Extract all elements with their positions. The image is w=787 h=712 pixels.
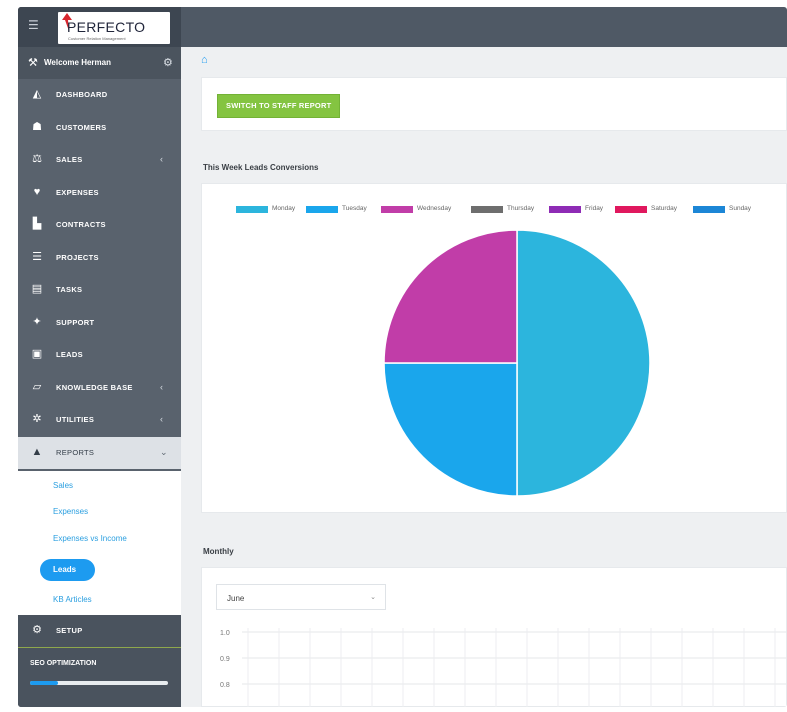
sidebar-item-label: SALES (56, 155, 83, 164)
sidebar-item-projects[interactable]: ☰ PROJECTS (18, 242, 181, 274)
sidebar-item-label: TASKS (56, 285, 83, 294)
sidebar-item-tasks[interactable]: ▤ TASKS (18, 274, 181, 306)
sidebar-item-sales[interactable]: ⚖ SALES ‹ (18, 144, 181, 176)
logo-text: PERFECTO (67, 19, 146, 35)
legend-swatch (471, 206, 503, 213)
leads-conversion-pie-chart (383, 229, 651, 497)
sidebar-item-label: DASHBOARD (56, 90, 108, 99)
legend-label: Sunday (729, 205, 752, 212)
y-tick-label: 1.0 (220, 630, 230, 637)
tty-icon: ▣ (31, 348, 43, 360)
heart-icon: ♥ (33, 185, 41, 198)
submenu-item-sales[interactable]: Sales (53, 481, 73, 490)
sidebar-item-expenses[interactable]: ♥ EXPENSES (18, 177, 181, 209)
chevron-left-icon: ‹ (160, 381, 163, 392)
sidebar-item-label: CONTRACTS (56, 220, 106, 229)
logo-area: ☰ PERFECTO Customer Relation Management (18, 7, 181, 47)
sidebar-item-label: EXPENSES (56, 187, 99, 197)
sidebar-item-label: SUPPORT (56, 317, 95, 327)
month-select[interactable]: June ⌄ (216, 584, 386, 610)
legend-label: Thursday (507, 205, 535, 212)
ticket-icon: ✦ (32, 315, 42, 328)
legend-swatch (236, 206, 268, 213)
sidebar: ⚒ Welcome Herman ⚙ ◭ DASHBOARD ☗ CUSTOMERS ⚖… (18, 47, 181, 707)
sidebar-item-reports[interactable]: ▲ REPORTS ⌄ (18, 436, 181, 469)
monthly-title: Monthly (203, 547, 234, 556)
document-icon: ▙ (32, 218, 42, 230)
legend-swatch (381, 206, 413, 213)
submenu-item-kb-articles[interactable]: KB Articles (53, 595, 92, 604)
dashboard-icon: ◭ (32, 88, 42, 100)
top-header: ☰ PERFECTO Customer Relation Management (18, 7, 787, 47)
app-window: ☰ PERFECTO Customer Relation Management … (18, 7, 787, 707)
seo-progress-fill (30, 681, 58, 685)
chevron-left-icon: ‹ (160, 154, 163, 164)
wrench-icon: ⚒ (28, 57, 38, 69)
month-select-value: June (227, 594, 245, 603)
balance-scale-icon: ⚖ (32, 153, 42, 165)
legend-swatch (549, 206, 581, 213)
submenu-item-expenses-vs-income[interactable]: Expenses vs Income (53, 534, 127, 543)
sidebar-item-contracts[interactable]: ▙ CONTRACTS (18, 209, 181, 241)
area-chart-icon: ▲ (31, 445, 43, 458)
sidebar-item-support[interactable]: ✦ SUPPORT (18, 307, 181, 339)
seo-label: SEO OPTIMIZATION (30, 660, 97, 667)
y-tick-label: 0.9 (220, 656, 230, 663)
welcome-bar: ⚒ Welcome Herman ⚙ (18, 47, 181, 79)
legend-label: Monday (272, 205, 296, 212)
chart-legend: Monday Tuesday Wednesday Thursday Friday Satu… (202, 203, 787, 217)
legend-label: Tuesday (342, 205, 367, 212)
sidebar-item-dashboard[interactable]: ◭ DASHBOARD (18, 79, 181, 111)
gear-icon[interactable]: ⚙ (163, 56, 173, 69)
logo[interactable]: PERFECTO Customer Relation Management (58, 12, 170, 44)
legend-swatch (306, 206, 338, 213)
conversions-title: This Week Leads Conversions (203, 163, 319, 172)
monthly-line-chart: 1.00.90.80.7 (220, 628, 787, 707)
seo-optimization-widget: SEO OPTIMIZATION (18, 647, 181, 707)
chevron-down-icon: ⌄ (160, 446, 168, 457)
sidebar-item-label: PROJECTS (56, 252, 99, 262)
legend-swatch (693, 206, 725, 213)
main-content: ⌂ SWITCH TO STAFF REPORT This Week Leads… (181, 47, 787, 707)
sidebar-item-label: CUSTOMERS (56, 122, 107, 132)
conversions-chart-panel: Monday Tuesday Wednesday Thursday Friday Satu… (201, 183, 787, 513)
switch-to-staff-report-button[interactable]: SWITCH TO STAFF REPORT (217, 94, 341, 118)
sidebar-item-knowledge-base[interactable]: ▱ KNOWLEDGE BASE ‹ (18, 372, 181, 404)
setup-gear-icon: ⚙ (32, 624, 42, 636)
sidebar-item-customers[interactable]: ☗ CUSTOMERS (18, 112, 181, 144)
submenu-item-expenses[interactable]: Expenses (53, 507, 88, 516)
submenu-item-leads[interactable]: Leads (40, 559, 95, 581)
sidebar-item-label: UTILITIES (56, 415, 95, 424)
chevron-down-icon: ⌄ (370, 594, 376, 601)
sidebar-item-label: LEADS (56, 350, 83, 359)
legend-label: Friday (585, 205, 604, 212)
bars-icon: ☰ (32, 250, 42, 263)
sidebar-item-utilities[interactable]: ✲ UTILITIES ‹ (18, 404, 181, 436)
logo-subtitle: Customer Relation Management (68, 36, 126, 41)
sidebar-item-leads[interactable]: ▣ LEADS (18, 339, 181, 371)
pie-slice-tuesday[interactable] (383, 362, 518, 497)
pie-slice-monday[interactable] (516, 229, 651, 497)
hamburger-menu-icon[interactable]: ☰ (28, 18, 39, 32)
legend-swatch (615, 206, 647, 213)
sidebar-item-label: KNOWLEDGE BASE (56, 382, 133, 392)
reports-submenu: Sales Expenses Expenses vs Income Leads … (18, 471, 181, 615)
folder-icon: ▱ (32, 380, 42, 393)
submenu-item-leads-label: Leads (53, 565, 77, 574)
pie-slice-wednesday[interactable] (383, 229, 518, 364)
report-switch-panel: SWITCH TO STAFF REPORT (201, 77, 787, 131)
sidebar-item-label: SETUP (56, 626, 83, 635)
sidebar-item-label: REPORTS (56, 447, 95, 457)
tasks-icon: ▤ (31, 283, 43, 295)
legend-label: Wednesday (417, 205, 452, 212)
cogs-icon: ✲ (32, 413, 42, 425)
monthly-chart-panel: June ⌄ 1.00.90.80.7 (201, 567, 787, 707)
chevron-left-icon: ‹ (160, 414, 163, 424)
legend-label: Saturday (651, 205, 678, 212)
home-breadcrumb-icon[interactable]: ⌂ (201, 54, 208, 66)
users-icon: ☗ (32, 120, 42, 133)
y-tick-label: 0.8 (220, 682, 230, 689)
welcome-text[interactable]: Welcome Herman (44, 58, 111, 67)
sidebar-item-setup[interactable]: ⚙ SETUP (18, 615, 181, 647)
